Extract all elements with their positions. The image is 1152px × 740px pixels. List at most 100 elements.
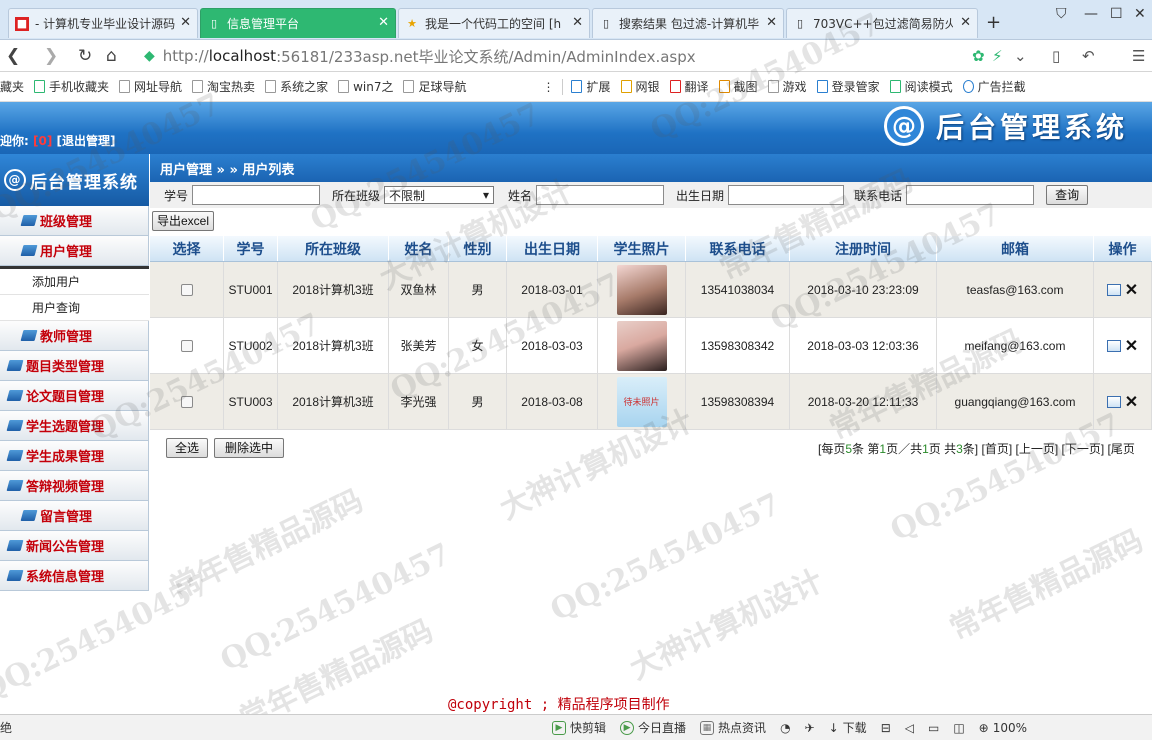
edit-icon[interactable] [1106, 283, 1121, 296]
skin-icon[interactable]: ⛉ [1056, 6, 1067, 22]
favorite-item[interactable]: 足球导航 [403, 78, 466, 95]
prev-page-link[interactable]: [上一页] [1016, 442, 1059, 456]
tool-login[interactable]: 登录管家 [816, 78, 880, 95]
forward-icon[interactable]: ❯ [44, 46, 58, 66]
phone-icon[interactable]: ▯ [1052, 47, 1060, 65]
favorite-item[interactable]: 网址导航 [119, 78, 182, 95]
sidebar-item-system-info[interactable]: 系统信息管理 [0, 561, 149, 591]
zoom-icon[interactable]: ⊕ [979, 721, 989, 735]
query-button[interactable]: 查询 [1046, 185, 1089, 205]
sidebar-item-student-results[interactable]: 学生成果管理 [0, 441, 149, 471]
favorite-item[interactable]: win7之 [338, 78, 393, 95]
favorite-item[interactable]: 手机收藏夹 [34, 78, 109, 95]
chevron-down-icon[interactable]: ⌄ [1014, 47, 1027, 65]
close-window-icon[interactable]: ✕ [1134, 6, 1146, 22]
maximize-icon[interactable]: ☐ [1110, 6, 1123, 22]
window-icon[interactable]: ⊟ [881, 721, 891, 735]
minimize-icon[interactable]: — [1084, 6, 1098, 22]
class-name: 2018计算机3班 [292, 395, 374, 409]
lightning-icon[interactable]: ⚡ [992, 47, 1003, 65]
close-icon[interactable]: ✕ [572, 15, 583, 30]
class-select[interactable]: 不限制 ▾ [384, 186, 495, 204]
delete-icon[interactable]: ✕ [1125, 336, 1138, 356]
speed-icon[interactable]: ◔ [780, 721, 790, 735]
favorite-item[interactable]: 藏夹 [0, 78, 24, 95]
first-page-link[interactable]: [首页] [981, 442, 1012, 456]
zoom-level[interactable]: 100% [993, 721, 1027, 735]
delete-icon[interactable]: ✕ [1125, 280, 1138, 300]
row-checkbox[interactable] [180, 339, 193, 352]
student-no-input[interactable] [192, 185, 321, 205]
tool-games[interactable]: 游戏 [767, 78, 807, 95]
tool-translate[interactable]: 翻译 [669, 78, 709, 95]
sidebar-item-users[interactable]: 用户管理 [0, 236, 149, 266]
welcome-text: 迎你: [0] [退出管理] [0, 134, 116, 148]
sidebar-item-thesis-topics[interactable]: 论文题目管理 [0, 381, 149, 411]
birth-input[interactable] [728, 185, 845, 205]
sidebar-item-student-selection[interactable]: 学生选题管理 [0, 411, 149, 441]
tool-bank[interactable]: 网银 [620, 78, 660, 95]
download-item[interactable]: ↓ 下载 [829, 719, 867, 736]
select-all-button[interactable]: 全选 [166, 438, 209, 458]
menu-icon[interactable]: ☰ [1132, 47, 1145, 65]
back-icon[interactable]: ❮ [6, 46, 20, 66]
folder-icon [20, 510, 38, 521]
undo-icon[interactable]: ↶ [1082, 47, 1095, 65]
sidebar-subitem-user-query[interactable]: 用户查询 [0, 295, 149, 321]
tab-1[interactable]: ■ - 计算机专业毕业设计源码 ✕ [8, 8, 198, 38]
tool-screenshot[interactable]: 截图 [718, 78, 758, 95]
sidebar-item-class[interactable]: 班级管理 [0, 206, 149, 236]
row-checkbox[interactable] [180, 395, 193, 408]
last-page-link[interactable]: [尾页 [1108, 442, 1135, 456]
favorite-item[interactable]: 系统之家 [265, 78, 328, 95]
tab-4[interactable]: ▯ 搜索结果 包过滤-计算机毕 ✕ [592, 8, 784, 38]
tab-2[interactable]: ▯ 信息管理平台 ✕ [200, 8, 396, 38]
row-actions: ✕ [1106, 336, 1138, 356]
close-icon[interactable]: ✕ [378, 15, 389, 30]
extension-icon[interactable]: ✿ [972, 47, 985, 65]
home-icon[interactable]: ⌂ [106, 46, 117, 66]
sidebar-item-defense-video[interactable]: 答辩视频管理 [0, 471, 149, 501]
sidebar-item-news[interactable]: 新闻公告管理 [0, 531, 149, 561]
edit-icon[interactable] [1106, 339, 1121, 352]
tool-reader[interactable]: 阅读模式 [889, 78, 953, 95]
edit-icon[interactable] [1106, 395, 1121, 408]
table-header: 选择 学号 所在班级 姓名 性别 出生日期 学生照片 联系电话 注册时间 邮箱 … [150, 236, 1152, 262]
logout-link[interactable]: [退出管理] [57, 134, 116, 148]
settings-icon[interactable]: ◫ [953, 721, 964, 735]
more-icon[interactable]: ⋮ [542, 80, 554, 94]
row-checkbox[interactable] [180, 283, 193, 296]
refresh-icon[interactable]: ↻ [78, 46, 92, 66]
reg-time-cell: 2018-03-03 12:03:36 [790, 318, 937, 373]
close-icon[interactable]: ✕ [180, 15, 191, 30]
class-cell: 2018计算机3班 [278, 374, 389, 429]
sidebar-item-teachers[interactable]: 教师管理 [0, 321, 149, 351]
next-page-link[interactable]: [下一页] [1062, 442, 1105, 456]
new-tab-icon[interactable]: + [986, 12, 1001, 33]
tool-extensions[interactable]: 扩展 [571, 78, 611, 95]
star-icon: ★ [407, 16, 417, 30]
close-icon[interactable]: ✕ [960, 15, 971, 30]
sidebar-item-messages[interactable]: 留言管理 [0, 501, 149, 531]
tab-3[interactable]: ★ 我是一个代码工的空间 [h ✕ [398, 8, 590, 38]
export-excel-button[interactable]: 导出excel [152, 211, 215, 231]
phone-input[interactable] [906, 185, 1035, 205]
col-header: 姓名 [389, 236, 449, 261]
delete-selected-button[interactable]: 删除选中 [214, 438, 285, 458]
close-icon[interactable]: ✕ [766, 15, 777, 30]
news-item[interactable]: ▦ 热点资讯 [700, 719, 766, 736]
quick-clip-item[interactable]: ▶ 快剪辑 [552, 719, 606, 736]
name-input[interactable] [536, 185, 665, 205]
tool-adblock[interactable]: 广告拦截 [962, 78, 1026, 95]
live-item[interactable]: ▶ 今日直播 [620, 719, 686, 736]
favorite-item[interactable]: 淘宝热卖 [192, 78, 255, 95]
url-input[interactable]: ◆ http://localhost:56181/233asp.net毕业论文系统… [144, 44, 1014, 68]
sidebar-item-topic-types[interactable]: 题目类型管理 [0, 351, 149, 381]
screen-icon[interactable]: ▭ [928, 721, 939, 735]
delete-icon[interactable]: ✕ [1125, 392, 1138, 412]
tab-5[interactable]: ▯ 703VC++包过滤简易防火 ✕ [786, 8, 978, 38]
sound-icon[interactable]: ◁ [905, 721, 914, 735]
pin-icon[interactable]: ✈ [805, 721, 815, 735]
sidebar-subitem-add-user[interactable]: 添加用户 [0, 269, 149, 295]
class-name: 2018计算机3班 [292, 283, 374, 297]
